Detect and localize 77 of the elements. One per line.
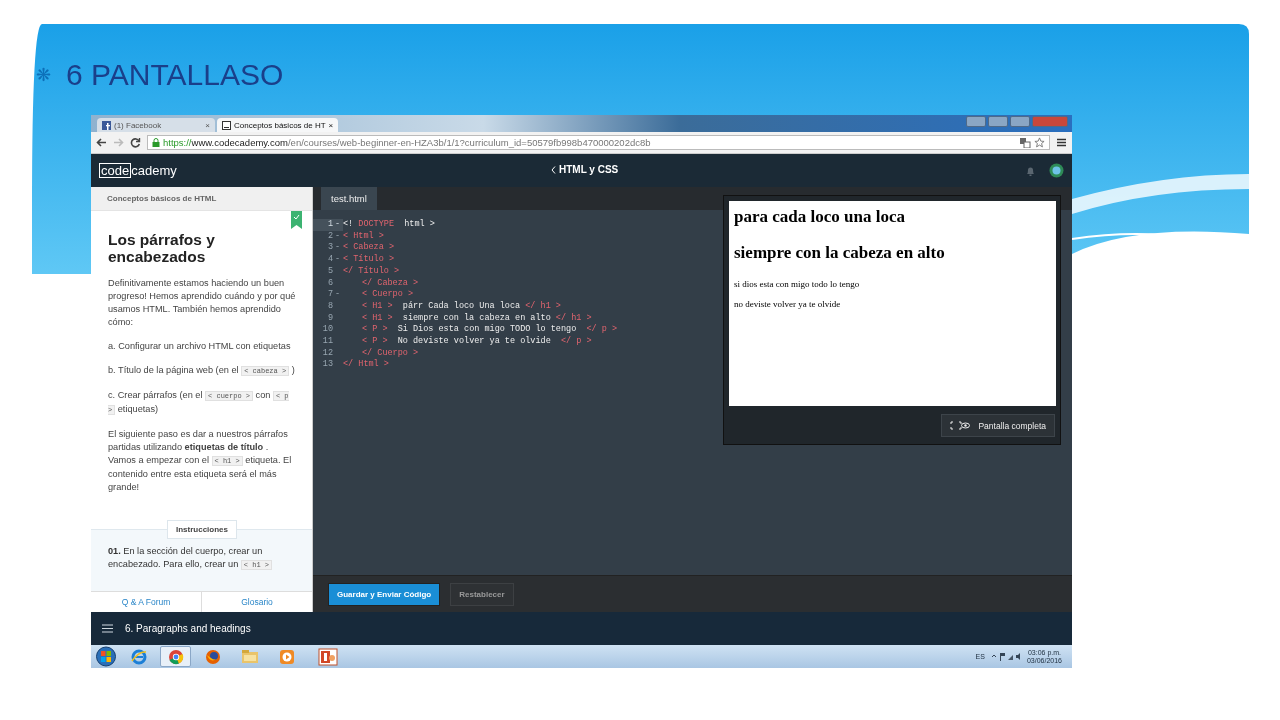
line-number: 4	[327, 254, 333, 266]
browser-tab[interactable]: (1) Facebook ×	[97, 118, 215, 132]
line-number: 11	[322, 336, 333, 348]
lesson-title: Los párrafos y encabezados	[108, 231, 216, 265]
line-number: 3	[327, 242, 333, 255]
paragraph: a. Configurar un archivo HTML con etiquetas	[108, 340, 292, 353]
code-line: < Html >	[343, 230, 384, 242]
folder-icon	[240, 649, 259, 664]
line-number: 10	[322, 324, 333, 337]
preview-paragraph: si dios esta con migo todo lo tengo	[734, 279, 861, 289]
line-number: 13	[322, 359, 333, 372]
line-number: 1	[327, 219, 333, 231]
code-line: < P > Si Dios esta con migo TODO lo tengo </ p >	[361, 324, 618, 336]
paragraph: Definitivamente estamos haciendo un buen progreso! Hemos aprendido cuándo y por qué usamos HTML. También hemos aprendido cómo:	[108, 277, 296, 329]
maximize-button[interactable]	[1010, 116, 1030, 127]
translate-icon[interactable]	[1020, 137, 1031, 148]
logo[interactable]: codecademy	[99, 163, 177, 178]
menu-icon[interactable]	[1056, 137, 1067, 148]
restore-button[interactable]	[966, 116, 986, 127]
page-icon	[222, 120, 231, 130]
fold-marker[interactable]: -	[335, 242, 341, 253]
facebook-icon	[102, 120, 111, 130]
preview-heading: siempre con la cabeza en alto	[734, 243, 946, 263]
fullscreen-icon	[950, 421, 971, 430]
code-line: </ Cabeza >	[361, 277, 419, 290]
course-link[interactable]: HTML y CSS	[559, 164, 619, 175]
code-line: <! DOCTYPE html >	[343, 219, 435, 231]
tray-icons-drawing[interactable]	[990, 652, 1021, 661]
bullet-mark: ❋	[36, 64, 51, 86]
star-icon[interactable]	[1034, 137, 1045, 148]
code-line: < H1 > párr Cada loco Una loca </ h1 >	[361, 300, 561, 313]
reload-icon[interactable]	[130, 137, 141, 148]
lesson-name: 6. Paragraphs and headings	[125, 623, 251, 634]
fold-marker[interactable]: -	[335, 289, 341, 300]
footer-link[interactable]: Q & A Forum	[91, 592, 201, 612]
firefox-icon	[204, 648, 221, 665]
back-icon[interactable]	[96, 137, 107, 148]
chevron-left-icon	[551, 165, 556, 174]
presentation-app-icon	[317, 647, 338, 666]
code-line: </ Html >	[343, 359, 389, 372]
browser-e-icon	[130, 648, 147, 665]
instructions-label: Instrucciones	[167, 520, 237, 539]
chrome-icon	[167, 648, 184, 665]
line-number: 9	[327, 312, 333, 325]
browser-tab[interactable]: Conceptos básicos de HT ×	[217, 118, 339, 132]
taskbar-app[interactable]	[160, 646, 191, 667]
reset-button[interactable]: Restablecer	[450, 582, 514, 606]
avatar-icon[interactable]	[1049, 163, 1064, 178]
preview-paragraph: no deviste volver ya te olvide	[734, 299, 842, 309]
slide-title: 6 PANTALLASO	[66, 58, 284, 92]
code-line: </ Título >	[343, 265, 400, 278]
code-line: < Título >	[343, 254, 394, 266]
fold-marker[interactable]: -	[335, 254, 341, 265]
line-number: 7	[327, 289, 333, 301]
file-tab[interactable]: test.html	[321, 187, 377, 210]
save-button[interactable]: Guardar y Enviar Código	[328, 582, 441, 606]
address-bar[interactable]: https://www.codecademy.com/en/courses/web-beginner-en-HZA3b/1/1?curriculum_id=50579fb998b470000202dc8b	[147, 135, 1050, 150]
fullscreen-button[interactable]: Pantalla completa	[941, 414, 1055, 437]
preview-heading: para cada loco una loca	[734, 207, 906, 227]
bell-icon[interactable]	[1026, 165, 1035, 176]
code-line: < H1 > siempre con la cabeza en alto </ h1 >	[361, 312, 592, 324]
minimize-button[interactable]	[988, 116, 1008, 127]
line-number: 6	[327, 277, 333, 290]
line-number: 2	[327, 230, 333, 243]
code-line: </ Cuerpo >	[361, 347, 419, 359]
code-line: < P > No deviste volver ya te olvide </ p >	[361, 336, 592, 348]
code-line: < Cuerpo >	[361, 289, 413, 301]
line-number: 5	[327, 265, 333, 278]
line-number: 8	[327, 300, 333, 313]
line-number: 12	[322, 347, 333, 360]
fold-marker[interactable]: -	[335, 219, 341, 229]
fold-marker[interactable]: -	[335, 230, 341, 241]
start-button[interactable]	[95, 646, 117, 667]
section-title: Conceptos básicos de HTML	[91, 187, 312, 211]
code-line: < Cabeza >	[343, 242, 394, 254]
lock-icon	[152, 138, 160, 147]
media-player-icon	[278, 648, 295, 665]
